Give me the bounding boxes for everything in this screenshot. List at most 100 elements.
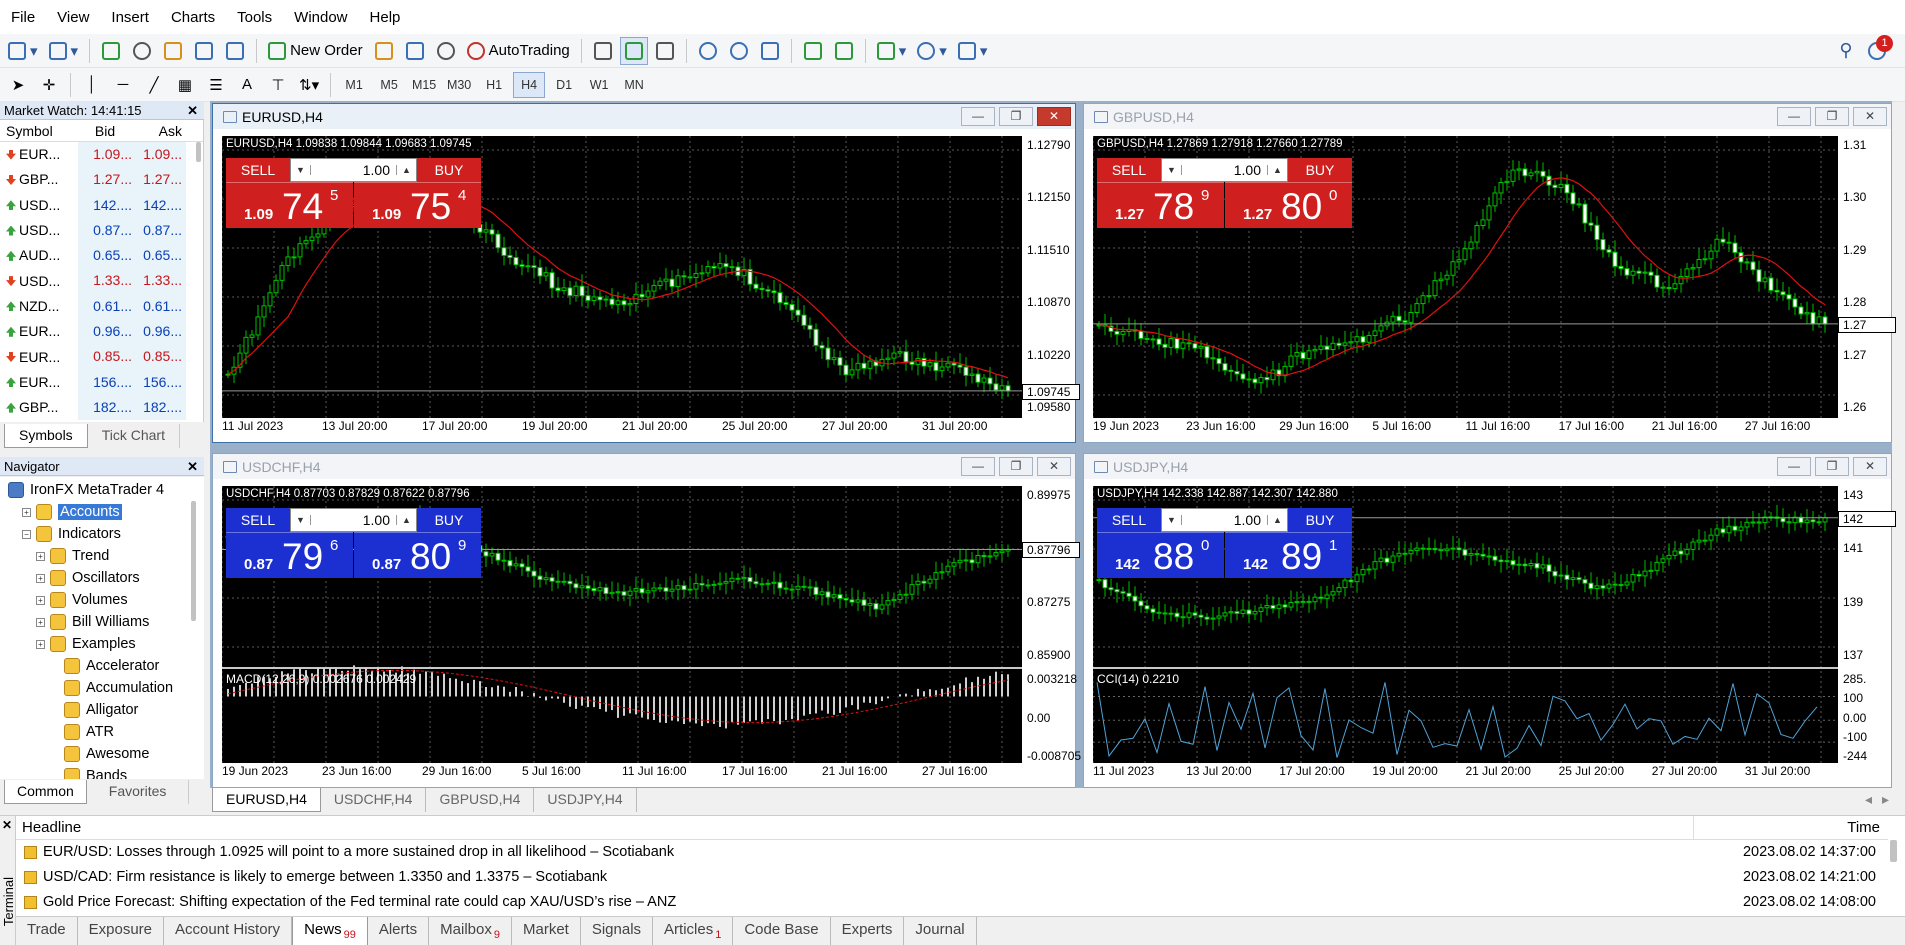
lot-size-value[interactable]: 1.00 — [311, 162, 396, 178]
price-scale[interactable]: 0.899750.886250.872750.859000.877960.003… — [1022, 486, 1081, 763]
terminal-tab-account-history[interactable]: Account History — [164, 917, 293, 945]
maximize-icon[interactable]: ❐ — [1815, 107, 1849, 126]
trendline-tool[interactable]: ╱ — [140, 71, 168, 99]
col-time[interactable]: Time — [1847, 816, 1880, 840]
navigator-scrollbar[interactable] — [191, 501, 196, 621]
increase-icon[interactable]: ▲ — [1267, 165, 1287, 175]
decrease-icon[interactable]: ▼ — [1162, 165, 1182, 175]
close-icon[interactable]: ✕ — [1037, 457, 1071, 476]
news-row[interactable]: USD/CAD: Firm resistance is likely to em… — [16, 865, 1888, 890]
increase-icon[interactable]: ▲ — [396, 165, 416, 175]
sell-button[interactable]: SELL — [1097, 158, 1161, 182]
menu-file[interactable]: File — [0, 0, 46, 35]
terminal-tab-alerts[interactable]: Alerts — [368, 917, 430, 945]
crosshair-tool[interactable]: ✛ — [35, 71, 63, 99]
chart-canvas[interactable]: EURUSD,H4 1.09838 1.09844 1.09683 1.0974… — [222, 136, 1022, 418]
expand-icon[interactable]: + — [36, 595, 45, 605]
sell-price[interactable]: 0.87 79 6 — [226, 532, 353, 578]
expand-icon[interactable]: + — [36, 639, 45, 649]
time-scale[interactable]: 11 Jul 2023 13 Jul 20:00 17 Jul 20:00 19 Ju… — [1093, 764, 1838, 780]
chart-window[interactable]: EURUSD,H4 — ❐ ✕ EURUSD,H4 1.09838 1.09844 1.… — [212, 103, 1080, 443]
navigator-item[interactable]: + Oscillators — [0, 567, 204, 589]
menu-insert[interactable]: Insert — [100, 0, 160, 35]
chart-canvas[interactable]: MACD(12,26,9) 0.002676 0.002429 USDCHF,H4… — [222, 486, 1022, 763]
terminal-tab-trade[interactable]: Trade — [16, 917, 78, 945]
indicators-button[interactable]: ▾ — [873, 37, 911, 65]
maximize-icon[interactable]: ❐ — [999, 457, 1033, 476]
horizontal-line-tool[interactable]: ─ — [109, 71, 137, 99]
market-watch-row[interactable]: EUR... 0.96... 0.96... — [0, 319, 203, 345]
maximize-icon[interactable]: ❐ — [1815, 457, 1849, 476]
data-window-button[interactable] — [128, 37, 156, 65]
candlestick-button[interactable] — [619, 36, 648, 65]
tab-common[interactable]: Common — [4, 780, 87, 804]
lot-size-stepper[interactable]: ▼ 1.00 ▲ — [290, 508, 417, 532]
tab-tick-chart[interactable]: Tick Chart — [88, 424, 180, 448]
time-scale[interactable]: 11 Jul 2023 13 Jul 20:00 17 Jul 20:00 19 Ju… — [222, 419, 1022, 435]
market-watch-row[interactable]: USD... 0.87... 0.87... — [0, 217, 203, 244]
equidistant-channel-tool[interactable]: ▦ — [171, 71, 199, 99]
navigator-item[interactable]: ATR — [0, 721, 204, 743]
buy-button[interactable]: BUY — [1288, 158, 1352, 182]
terminal-tab-code-base[interactable]: Code Base — [733, 917, 831, 945]
news-row[interactable]: EUR/USD: Losses through 1.0925 will poin… — [16, 840, 1888, 865]
chart-window[interactable]: USDJPY,H4 — ❐ ✕ CCI(14) 0.2210 USDJPY,H4 142.… — [1083, 453, 1896, 788]
templates-button[interactable]: ▾ — [954, 37, 992, 65]
navigator-item[interactable]: IronFX MetaTrader 4 — [0, 479, 204, 501]
timeframe-h1[interactable]: H1 — [478, 72, 510, 98]
timeframe-h4[interactable]: H4 — [513, 71, 546, 98]
lot-size-value[interactable]: 1.00 — [1182, 512, 1267, 528]
sell-button[interactable]: SELL — [226, 508, 290, 532]
tile-windows-button[interactable] — [756, 37, 784, 65]
navigator-item[interactable]: + Accounts — [0, 501, 204, 523]
lot-size-stepper[interactable]: ▼ 1.00 ▲ — [1161, 508, 1288, 532]
arrows-tool[interactable]: ⇅▾ — [295, 71, 323, 99]
timeframe-m1[interactable]: M1 — [338, 72, 370, 98]
community-button[interactable] — [401, 37, 429, 65]
expand-icon[interactable]: + — [36, 573, 45, 583]
lot-size-stepper[interactable]: ▼ 1.00 ▲ — [1161, 158, 1288, 182]
close-icon[interactable]: ✕ — [1853, 457, 1887, 476]
scroll-left-icon[interactable]: ◂ — [1855, 788, 1882, 812]
market-watch-row[interactable]: USD... 142.... 142.... — [0, 192, 203, 218]
news-scrollbar[interactable] — [1890, 840, 1897, 862]
col-ask[interactable]: Ask — [136, 120, 186, 141]
minimize-icon[interactable]: — — [1777, 107, 1811, 126]
sell-price[interactable]: 1.27 78 9 — [1097, 182, 1224, 228]
expand-icon[interactable]: + — [22, 507, 31, 517]
auto-scroll-button[interactable] — [799, 37, 827, 65]
menu-tools[interactable]: Tools — [226, 0, 283, 35]
strategy-tester-button[interactable] — [221, 37, 249, 65]
periods-button[interactable]: ▾ — [913, 37, 951, 65]
terminal-tab-mailbox[interactable]: Mailbox 9 — [429, 917, 512, 945]
buy-button[interactable]: BUY — [417, 158, 481, 182]
buy-price[interactable]: 0.87 80 9 — [354, 532, 481, 578]
navigator-item[interactable]: − Indicators — [0, 523, 204, 545]
fibonacci-tool[interactable]: ☰ — [202, 71, 230, 99]
market-watch-row[interactable]: USD... 1.33... 1.33... — [0, 268, 203, 294]
timeframe-mn[interactable]: MN — [618, 72, 650, 98]
market-watch-row[interactable]: AUD... 0.65... 0.65... — [0, 243, 203, 269]
minimize-icon[interactable]: — — [961, 107, 995, 126]
autotrading-button[interactable]: AutoTrading — [463, 37, 574, 65]
line-chart-button[interactable] — [651, 37, 679, 65]
metaeditor-button[interactable] — [370, 37, 398, 65]
time-scale[interactable]: 19 Jun 2023 23 Jun 16:00 29 Jun 16:00 5 Jul… — [222, 764, 1022, 780]
new-chart-button[interactable]: ▾ — [4, 37, 42, 65]
terminal-tab-exposure[interactable]: Exposure — [78, 917, 165, 945]
navigator-item[interactable]: Awesome — [0, 743, 204, 765]
tab-favorites[interactable]: Favorites — [87, 780, 190, 804]
terminal-tab-experts[interactable]: Experts — [831, 917, 905, 945]
buy-price[interactable]: 1.27 80 0 — [1225, 182, 1352, 228]
chart-canvas[interactable]: GBPUSD,H4 1.27869 1.27918 1.27660 1.2778… — [1093, 136, 1838, 418]
col-bid[interactable]: Bid — [78, 120, 136, 141]
profiles-button[interactable]: ▾ — [45, 37, 83, 65]
sell-price[interactable]: 142 88 0 — [1097, 532, 1224, 578]
expand-icon[interactable]: + — [36, 551, 45, 561]
sell-button[interactable]: SELL — [1097, 508, 1161, 532]
decrease-icon[interactable]: ▼ — [1162, 515, 1182, 525]
close-icon[interactable]: ✕ — [1037, 107, 1071, 126]
price-scale[interactable]: 143 141 139 137 142 285. 100 0.00 -100 -244 — [1838, 486, 1896, 763]
decrease-icon[interactable]: ▼ — [291, 165, 311, 175]
time-scale[interactable]: 19 Jun 2023 23 Jun 16:00 29 Jun 16:00 5 Jul… — [1093, 419, 1838, 435]
